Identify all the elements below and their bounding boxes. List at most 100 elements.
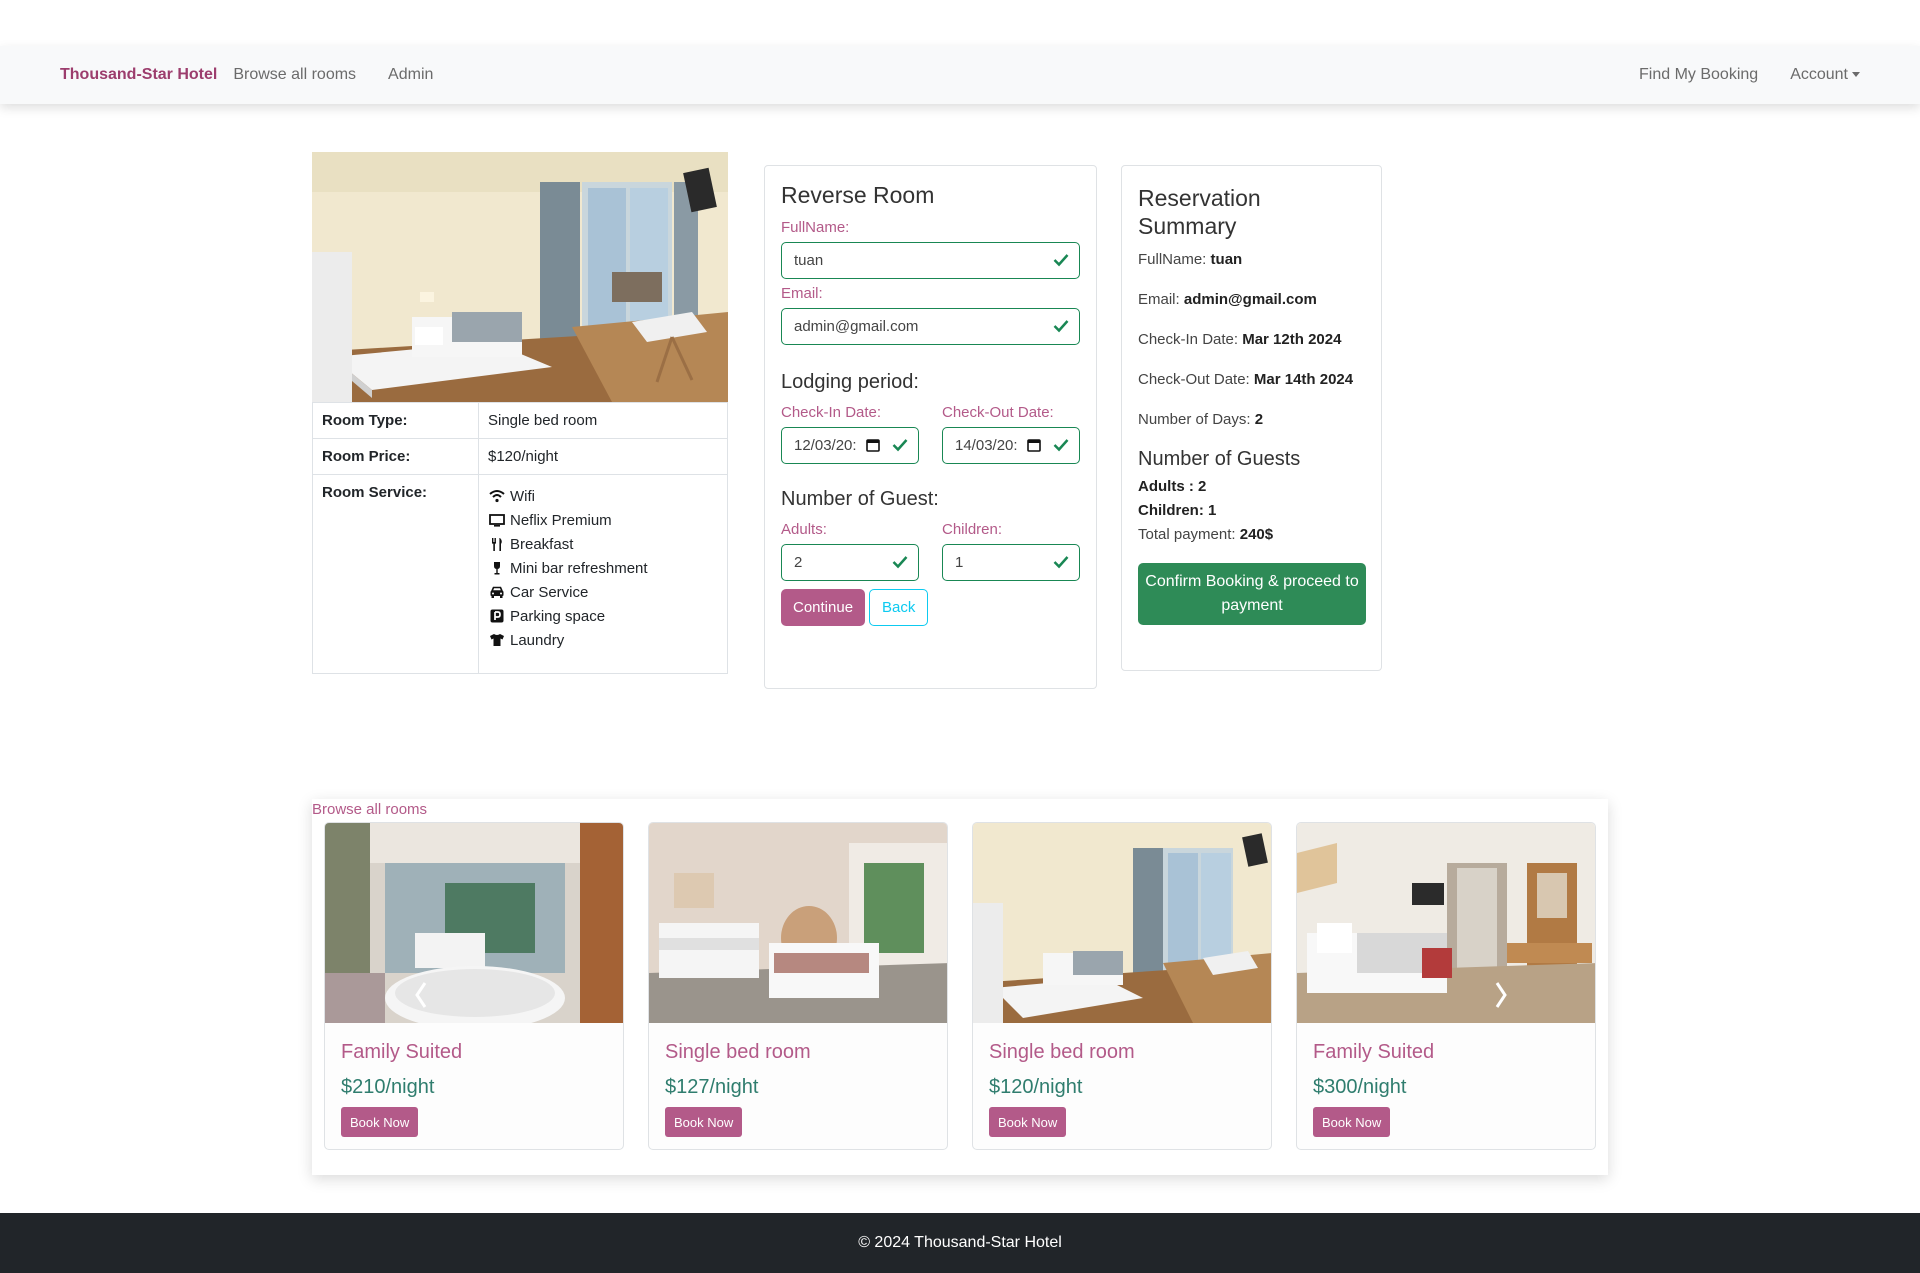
book-now-button[interactable]: Book Now — [989, 1107, 1067, 1137]
calendar-icon[interactable] — [866, 438, 880, 456]
room-card: Family Suited $300/night Book Now — [1296, 822, 1596, 1150]
room-card: Family Suited $210/night Book Now — [324, 822, 624, 1150]
form-actions: Continue Back — [781, 589, 1080, 626]
room-details-table: Room Type: Single bed room Room Price: $… — [312, 402, 728, 674]
adults-column: Adults: 2 — [781, 521, 919, 581]
check-icon — [892, 438, 908, 456]
brand-link[interactable]: Thousand-Star Hotel — [60, 66, 217, 84]
adults-input[interactable]: 2 — [781, 544, 919, 581]
top-navbar: Thousand-Star Hotel Browse all rooms Adm… — [0, 46, 1920, 104]
service-label: Car Service — [510, 583, 589, 601]
fullname-input[interactable]: tuan — [781, 242, 1080, 279]
service-label: Wifi — [510, 487, 535, 505]
summary-fullname-label: FullName: — [1138, 251, 1207, 268]
service-label: Breakfast — [510, 535, 574, 553]
checkin-date-input[interactable]: 12/03/20: — [781, 427, 919, 464]
book-now-button[interactable]: Book Now — [1313, 1107, 1391, 1137]
children-label: Children: — [942, 521, 1003, 538]
summary-checkin-value: Mar 12th 2024 — [1242, 331, 1342, 348]
confirm-booking-button[interactable]: Confirm Booking & proceed to payment — [1138, 563, 1366, 625]
date-row: Check-In Date: 12/03/20: Check-Out Date:… — [781, 404, 1080, 464]
summary-days-value: 2 — [1254, 411, 1264, 428]
service-item: Mini bar refreshment — [488, 556, 718, 580]
room-service-label: Room Service: — [312, 474, 479, 674]
adults-label: Adults: — [781, 521, 827, 538]
service-item: Breakfast — [488, 532, 718, 556]
summary-email-value: admin@gmail.com — [1183, 291, 1317, 308]
summary-total-value: 240$ — [1239, 526, 1274, 543]
room-card-image — [325, 823, 623, 1023]
nav-right-group: Find My Booking Account — [1607, 66, 1860, 84]
summary-title: Reservation Summary — [1138, 185, 1261, 239]
service-item: Laundry — [488, 628, 718, 652]
summary-fullname-value: tuan — [1210, 251, 1243, 268]
summary-email: Email: admin@gmail.com — [1138, 288, 1365, 312]
checkout-value: 14/03/20: — [955, 437, 1018, 454]
guests-row: Adults: 2 Children: 1 — [781, 521, 1080, 581]
summary-total-label: Total payment: — [1138, 526, 1236, 543]
caret-down-icon — [1852, 72, 1860, 78]
checkout-column: Check-Out Date: 14/03/20: — [942, 404, 1080, 464]
check-icon — [1053, 319, 1069, 337]
service-label: Laundry — [510, 631, 565, 649]
room-card-body: Single bed room $127/night Book Now — [649, 1023, 947, 1149]
summary-days-label: Number of Days: — [1138, 411, 1251, 428]
service-label: Neflix Premium — [510, 511, 612, 529]
table-row: Room Service: Wifi Neflix Premium Breakf… — [312, 474, 728, 674]
room-card: Single bed room $120/night Book Now — [972, 822, 1272, 1150]
children-input[interactable]: 1 — [942, 544, 1080, 581]
room-card-image — [973, 823, 1271, 1023]
room-card-name[interactable]: Single bed room — [989, 1041, 1255, 1064]
footer: © 2024 Thousand-Star Hotel — [0, 1213, 1920, 1273]
tshirt-icon — [488, 632, 506, 648]
room-card-name[interactable]: Single bed room — [665, 1041, 931, 1064]
room-type-label: Room Type: — [312, 402, 479, 439]
checkout-label: Check-Out Date: — [942, 404, 1054, 421]
checkin-value: 12/03/20: — [794, 437, 857, 454]
room-card-price: $120/night — [989, 1076, 1083, 1098]
book-now-button[interactable]: Book Now — [341, 1107, 419, 1137]
guests-title: Number of Guest: — [781, 488, 939, 510]
room-card-name[interactable]: Family Suited — [1313, 1041, 1579, 1064]
summary-checkout: Check-Out Date: Mar 14th 2024 — [1138, 368, 1365, 392]
summary-adults: Adults : 2 — [1138, 478, 1207, 495]
nav-find-booking[interactable]: Find My Booking — [1639, 66, 1758, 84]
room-price-value: $120/night — [478, 438, 728, 475]
nav-account-dropdown[interactable]: Account — [1790, 66, 1860, 84]
wifi-icon — [488, 488, 506, 504]
table-row: Room Type: Single bed room — [312, 402, 728, 439]
room-card-name[interactable]: Family Suited — [341, 1041, 607, 1064]
continue-button[interactable]: Continue — [781, 589, 866, 626]
nav-account-label: Account — [1790, 66, 1848, 83]
check-icon — [892, 555, 908, 573]
room-card-image — [1297, 823, 1595, 1023]
service-label: Mini bar refreshment — [510, 559, 648, 577]
summary-fullname: FullName: tuan — [1138, 248, 1365, 272]
room-card-body: Single bed room $120/night Book Now — [973, 1023, 1271, 1149]
service-item: Wifi — [488, 484, 718, 508]
footer-copyright: © 2024 Thousand-Star Hotel — [858, 1234, 1062, 1251]
check-icon — [1053, 555, 1069, 573]
form-title: Reverse Room — [781, 182, 935, 208]
summary-total: Total payment: 240$ — [1138, 523, 1365, 547]
summary-checkout-value: Mar 14th 2024 — [1253, 371, 1354, 388]
checkout-date-input[interactable]: 14/03/20: — [942, 427, 1080, 464]
email-input[interactable]: admin@gmail.com — [781, 308, 1080, 345]
nav-browse-rooms[interactable]: Browse all rooms — [233, 66, 356, 84]
back-button[interactable]: Back — [869, 589, 929, 626]
service-item: Car Service — [488, 580, 718, 604]
room-card-image — [649, 823, 947, 1023]
calendar-icon[interactable] — [1027, 438, 1041, 456]
children-value: 1 — [955, 554, 964, 571]
reservation-summary-card: Reservation Summary FullName: tuan Email… — [1121, 165, 1382, 671]
room-card-body: Family Suited $300/night Book Now — [1297, 1023, 1595, 1149]
nav-admin[interactable]: Admin — [388, 66, 433, 84]
browse-rooms-carousel: Family Suited $210/night Book Now Single… — [312, 799, 1608, 1175]
book-now-button[interactable]: Book Now — [665, 1107, 743, 1137]
table-row: Room Price: $120/night — [312, 438, 728, 475]
room-card: Single bed room $127/night Book Now — [648, 822, 948, 1150]
room-card-price: $210/night — [341, 1076, 435, 1098]
email-value: admin@gmail.com — [794, 318, 919, 335]
browse-all-rooms-link[interactable]: Browse all rooms — [312, 801, 427, 818]
service-item: Parking space — [488, 604, 718, 628]
